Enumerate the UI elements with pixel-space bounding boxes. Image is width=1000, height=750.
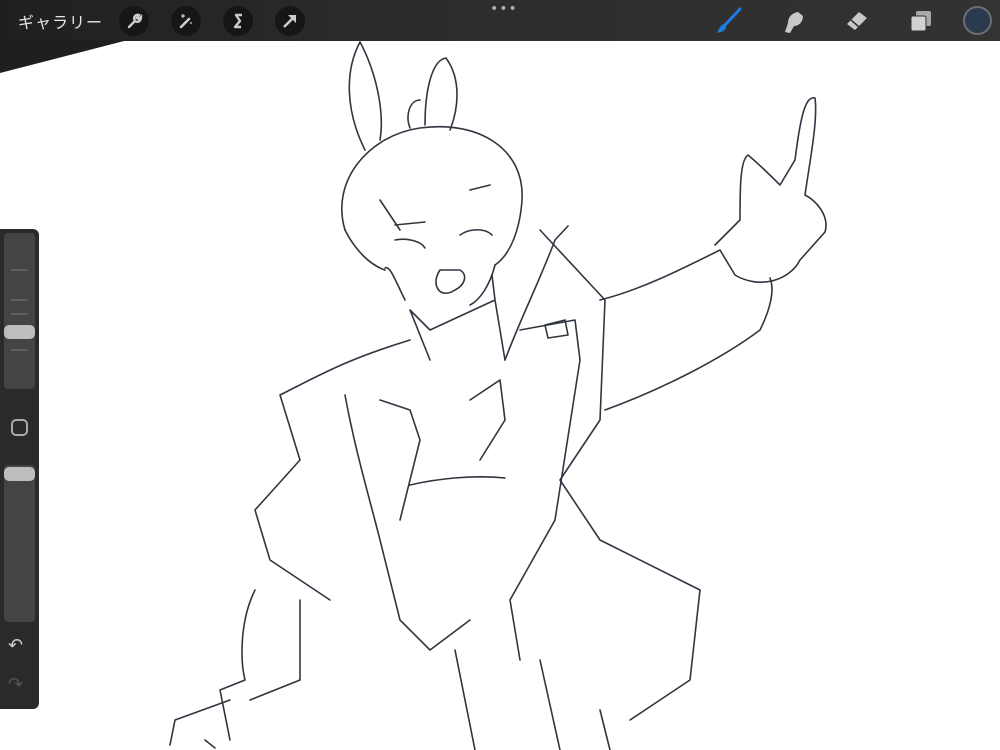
slider-tick: [11, 313, 28, 315]
smudge-button[interactable]: [761, 8, 825, 34]
selection-button[interactable]: [223, 5, 254, 36]
adjustments-button[interactable]: [171, 5, 202, 36]
top-toolbar: ギャラリー •••: [0, 0, 1000, 41]
slider-tick: [11, 349, 28, 351]
more-dots[interactable]: •••: [490, 2, 518, 16]
color-picker-button[interactable]: [963, 6, 992, 35]
undo-button[interactable]: ↶: [8, 635, 23, 656]
left-sidebar: ↶ ↷: [0, 229, 39, 709]
selection-icon: [233, 13, 243, 28]
eraser-button[interactable]: [825, 8, 889, 34]
slider-tick: [11, 299, 28, 301]
transform-arrow-icon: [283, 14, 297, 28]
redo-button[interactable]: ↷: [8, 674, 23, 695]
slider-tick: [11, 269, 28, 271]
canvas-corner-overlay: [0, 40, 128, 73]
gallery-button[interactable]: ギャラリー: [18, 9, 103, 33]
opacity-slider[interactable]: [4, 465, 35, 622]
layers-button[interactable]: [889, 8, 953, 34]
transform-button[interactable]: [275, 5, 306, 36]
wrench-icon: [127, 13, 143, 28]
drawing-canvas[interactable]: [0, 0, 1000, 750]
brush-size-slider[interactable]: [4, 233, 35, 389]
modify-button[interactable]: [11, 419, 28, 436]
opacity-thumb[interactable]: [4, 467, 35, 481]
brush-button[interactable]: [697, 7, 761, 35]
eraser-icon: [847, 11, 867, 30]
magic-wand-icon: [179, 13, 193, 28]
layers-icon: [910, 10, 931, 31]
actions-button[interactable]: [119, 5, 150, 36]
smudge-icon: [785, 11, 803, 33]
brush-icon: [717, 7, 742, 33]
brush-size-thumb[interactable]: [4, 325, 35, 339]
